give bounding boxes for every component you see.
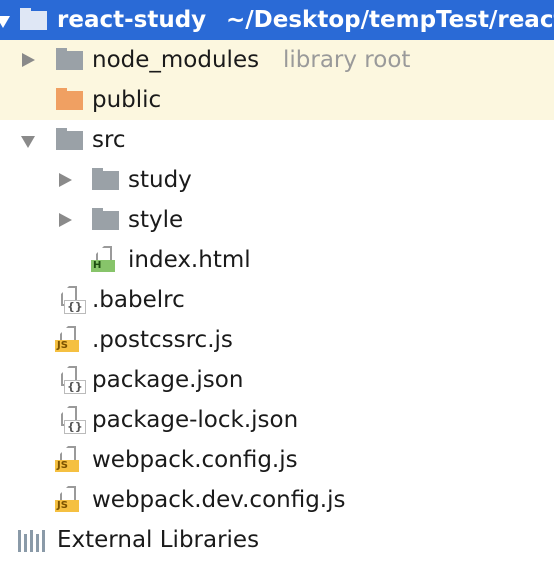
- chevron-down-icon[interactable]: [0, 16, 10, 28]
- tree-item-babelrc[interactable]: {} .babelrc: [0, 280, 554, 320]
- tree-item-label: External Libraries: [57, 527, 260, 553]
- tree-item-label: style: [128, 207, 184, 233]
- library-root-hint: library root: [283, 47, 411, 73]
- tree-root-row[interactable]: react-study ~/Desktop/tempTest/react-: [0, 0, 554, 40]
- tree-item-label: webpack.dev.config.js: [92, 487, 346, 513]
- tree-item-package-lock-json[interactable]: {} package-lock.json: [0, 400, 554, 440]
- chevron-right-icon[interactable]: [22, 53, 35, 67]
- chevron-down-icon[interactable]: [21, 136, 35, 148]
- tree-item-node-modules[interactable]: node_modules library root: [0, 40, 554, 80]
- tree-item-label: src: [92, 127, 126, 153]
- tree-item-webpack-config[interactable]: JS webpack.config.js: [0, 440, 554, 480]
- tree-item-index-html[interactable]: H index.html: [0, 240, 554, 280]
- html-file-icon: H: [91, 246, 117, 274]
- chevron-right-icon[interactable]: [59, 213, 72, 227]
- folder-icon: [92, 208, 119, 230]
- folder-icon: [56, 48, 83, 70]
- tree-item-style[interactable]: style: [0, 200, 554, 240]
- tree-item-postcssrc[interactable]: JS .postcssrc.js: [0, 320, 554, 360]
- js-file-icon: JS: [55, 326, 81, 354]
- library-icon: [18, 530, 48, 552]
- tree-item-label: package-lock.json: [92, 407, 299, 433]
- chevron-right-icon[interactable]: [59, 173, 72, 187]
- js-file-icon: JS: [55, 486, 81, 514]
- folder-orange-icon: [56, 88, 83, 110]
- tree-item-src[interactable]: src: [0, 120, 554, 160]
- project-path: ~/Desktop/tempTest/react-: [226, 7, 554, 33]
- tree-item-label: package.json: [92, 367, 244, 393]
- tree-item-label: study: [128, 167, 192, 193]
- json-file-icon: {}: [56, 286, 86, 314]
- json-file-icon: {}: [56, 366, 86, 394]
- js-file-icon: JS: [55, 446, 81, 474]
- project-tree: react-study ~/Desktop/tempTest/react- no…: [0, 0, 554, 564]
- project-name: react-study: [57, 7, 207, 33]
- tree-item-package-json[interactable]: {} package.json: [0, 360, 554, 400]
- tree-item-label: node_modules: [92, 47, 260, 73]
- tree-item-label: public: [92, 87, 162, 113]
- tree-item-label: .postcssrc.js: [92, 327, 233, 353]
- tree-item-public[interactable]: public: [0, 80, 554, 120]
- tree-item-label: webpack.config.js: [92, 447, 298, 473]
- folder-icon: [92, 168, 119, 190]
- json-file-icon: {}: [56, 406, 86, 434]
- tree-item-external-libraries[interactable]: External Libraries: [0, 520, 554, 560]
- tree-item-webpack-dev-config[interactable]: JS webpack.dev.config.js: [0, 480, 554, 520]
- tree-item-label: .babelrc: [92, 287, 185, 313]
- folder-icon: [20, 8, 47, 30]
- tree-item-study[interactable]: study: [0, 160, 554, 200]
- folder-icon: [56, 128, 83, 150]
- tree-item-label: index.html: [128, 247, 251, 273]
